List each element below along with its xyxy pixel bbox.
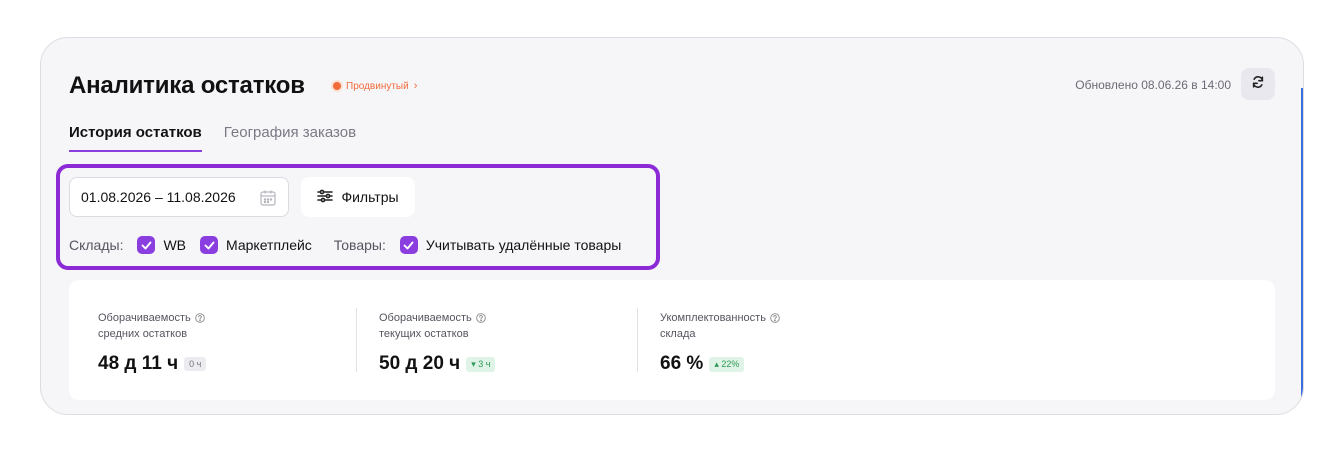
check-icon [399, 236, 418, 254]
metric-label: Оборачиваемость [379, 312, 472, 324]
metrics-panel: Оборачиваемость средних остатков 48 д 11… [69, 280, 1275, 400]
metric-value: 50 д 20 ч [379, 353, 461, 374]
metric-delta-badge: 0 ч [184, 357, 207, 371]
metric-divider [356, 308, 357, 372]
help-icon[interactable] [194, 313, 205, 323]
checkbox-wb[interactable]: WB [137, 236, 186, 254]
help-icon[interactable] [770, 313, 780, 323]
card-edge-accent [1301, 88, 1303, 414]
checkbox-marketplace[interactable]: Маркетплейс [200, 236, 312, 254]
checkbox-marketplace-label: Маркетплейс [226, 237, 312, 253]
calendar-icon [259, 189, 277, 210]
metric-value: 66 % [660, 353, 704, 374]
trend-down-icon: ▾ [471, 358, 476, 369]
checkbox-include-deleted-goods[interactable]: Учитывать удалённые товары [399, 236, 622, 254]
metric-warehouse-completeness: Укомплектованность склада 66 % ▴ 22% [660, 310, 780, 375]
check-icon [200, 236, 219, 254]
refresh-button[interactable] [1241, 68, 1275, 100]
checkbox-include-deleted-goods-label: Учитывать удалённые товары [425, 237, 622, 253]
metric-avg-stock-turnover: Оборачиваемость средних остатков 48 д 11… [98, 310, 207, 375]
page-title: Аналитика остатков [69, 72, 305, 99]
metric-label: Укомплектованность [660, 312, 766, 324]
metric-sublabel: склада [660, 328, 696, 340]
plan-badge-label: Продвинутый [346, 80, 409, 92]
plan-dot-icon [333, 82, 341, 90]
tab-orders-geography[interactable]: География заказов [224, 124, 356, 152]
metric-divider [637, 308, 638, 372]
goods-label: Товары: [333, 237, 386, 253]
trend-up-icon: ▴ [714, 358, 719, 369]
metric-sublabel: средних остатков [98, 328, 188, 340]
check-icon [137, 236, 156, 254]
metric-label: Оборачиваемость [98, 312, 191, 324]
date-range-value: 01.08.2026 – 11.08.2026 [81, 189, 236, 205]
metric-current-stock-turnover: Оборачиваемость текущих остатков 50 д 20… [379, 310, 496, 375]
filters-button-label: Фильтры [341, 189, 399, 205]
metric-delta-badge: ▴ 22% [709, 356, 745, 372]
metric-value: 48 д 11 ч [98, 353, 179, 374]
checkbox-wb-label: WB [163, 237, 187, 253]
refresh-icon [1251, 75, 1265, 94]
chevron-right-icon: › [413, 80, 418, 92]
date-range-picker[interactable]: 01.08.2026 – 11.08.2026 [69, 177, 289, 217]
filters-button[interactable]: Фильтры [301, 177, 415, 217]
filter-sliders-icon [317, 189, 334, 206]
tab-stock-history[interactable]: История остатков [69, 124, 202, 152]
tabs: История остатков География заказов [69, 124, 356, 152]
filter-checkboxes: Склады: WB Маркетплейс Товары: Учитывать… [69, 236, 635, 254]
warehouses-label: Склады: [69, 237, 124, 253]
metric-delta-badge: ▾ 3 ч [466, 356, 496, 372]
plan-badge[interactable]: Продвинутый › [333, 80, 417, 92]
stock-analytics-card: Аналитика остатков Продвинутый › Обновле… [40, 37, 1304, 415]
metric-sublabel: текущих остатков [379, 328, 469, 340]
updated-timestamp: Обновлено 08.06.26 в 14:00 [1075, 78, 1231, 92]
help-icon[interactable] [475, 313, 486, 323]
